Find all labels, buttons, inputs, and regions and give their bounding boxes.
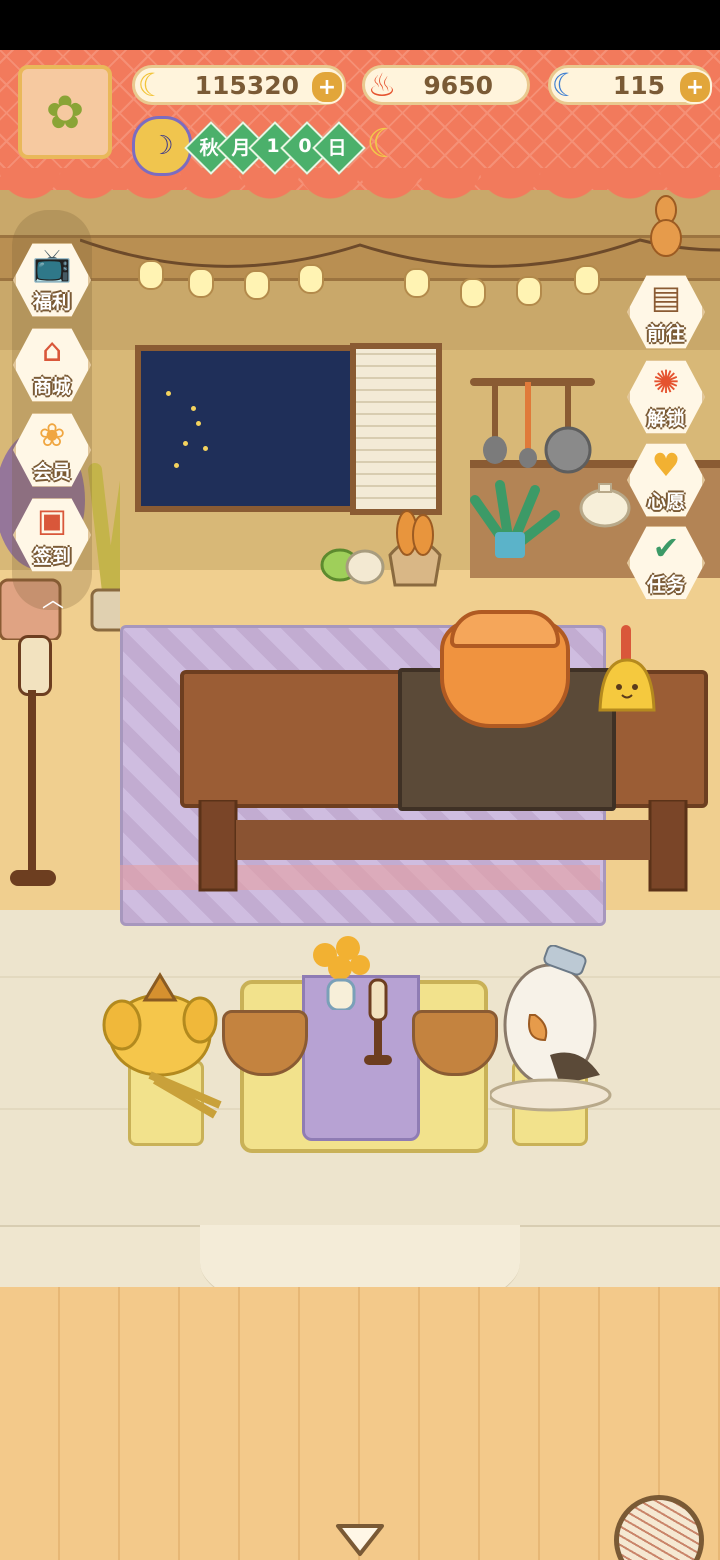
signboard-icon: ▤ xyxy=(650,278,682,316)
menu-unlock[interactable]: ✺ 解锁 xyxy=(626,357,706,437)
player-avatar[interactable]: ✿ xyxy=(18,65,112,159)
banana-icon: ☾ xyxy=(137,66,167,104)
calendar-icon: ▣ xyxy=(36,501,68,539)
menu-member[interactable]: ❀ 会员 xyxy=(12,410,92,490)
menu-checkin[interactable]: ▣ 签到 xyxy=(12,495,92,575)
hanging-utensils xyxy=(470,378,595,474)
key-icon: ✺ xyxy=(652,363,680,401)
add-banana-button[interactable]: + xyxy=(310,70,344,104)
star xyxy=(183,441,188,446)
flower-badge-icon: ❀ xyxy=(38,416,66,454)
standing-lamp-pole xyxy=(28,690,36,880)
menu-shop[interactable]: ⌂ 商城 xyxy=(12,325,92,405)
night-window xyxy=(135,345,362,512)
light-bulb xyxy=(298,264,324,294)
tv-icon: 📺 xyxy=(32,246,72,284)
crescent-moon-icon[interactable]: ☾ xyxy=(360,120,408,168)
collapse-menu-chevron-up-icon[interactable]: ︿ xyxy=(38,582,68,613)
standing-lamp-shade xyxy=(18,635,52,696)
blue-banana-icon: ☾ xyxy=(551,66,581,104)
string-lights xyxy=(80,238,720,268)
menu-wish[interactable]: ♥ 心愿 xyxy=(626,440,706,520)
banana-amount: 115320 xyxy=(194,70,299,100)
eagle-customer[interactable] xyxy=(490,945,620,1125)
date-day-label: 日 xyxy=(327,136,347,159)
star xyxy=(166,391,171,396)
date-display: 秋 月 1 0 日 xyxy=(184,121,366,175)
menu-welfare[interactable]: 📺 福利 xyxy=(12,240,92,320)
flame-icon: ♨ xyxy=(367,66,397,104)
game-scene[interactable]: ✿ 115320 ☾ + 9650 ♨ 115 ☾ + ☽ 秋 月 1 0 日 … xyxy=(0,50,720,1560)
star xyxy=(174,463,179,468)
standing-lamp-base xyxy=(10,870,56,886)
status-bar xyxy=(0,0,720,50)
table-oil-lamp xyxy=(364,978,392,1065)
star xyxy=(196,421,201,426)
star xyxy=(191,406,196,411)
window-shutter xyxy=(350,343,442,515)
clover-icon: ✿ xyxy=(45,85,85,139)
light-bulb xyxy=(404,268,430,298)
moon-clock-icon: ☽ xyxy=(132,116,192,176)
light-bulb xyxy=(516,276,542,306)
scroll-down-arrow-icon[interactable] xyxy=(332,1520,388,1560)
add-blue-banana-button[interactable]: + xyxy=(678,70,712,104)
service-bell[interactable] xyxy=(592,625,662,720)
curtain-scallop-edge xyxy=(0,168,720,208)
dog-customer[interactable] xyxy=(100,965,230,1125)
pot-lid xyxy=(450,610,560,648)
light-bulb xyxy=(460,278,486,308)
blue-banana-amount: 115 xyxy=(612,70,665,100)
flame-amount: 9650 xyxy=(423,70,493,100)
light-bulb xyxy=(138,260,164,290)
task-jar-icon: ✔ xyxy=(652,529,680,567)
counter-legs xyxy=(198,800,688,892)
light-bulb xyxy=(188,268,214,298)
menu-goto[interactable]: ▤ 前往 xyxy=(626,272,706,352)
star xyxy=(203,446,208,451)
menu-task[interactable]: ✔ 任务 xyxy=(626,523,706,603)
light-bulb xyxy=(574,265,600,295)
shop-icon: ⌂ xyxy=(41,331,63,369)
heart-book-icon: ♥ xyxy=(651,446,681,484)
vegetables-basket xyxy=(320,510,442,587)
light-bulb xyxy=(244,270,270,300)
